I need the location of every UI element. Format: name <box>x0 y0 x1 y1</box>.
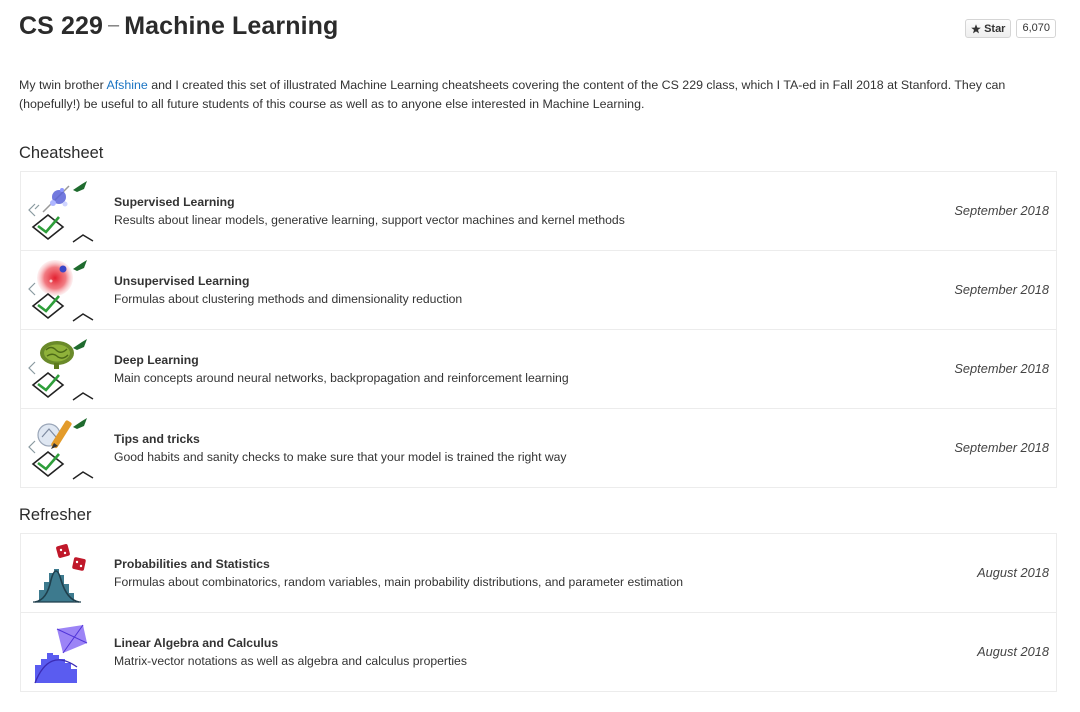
item-description: Matrix-vector notations as well as algeb… <box>114 654 467 668</box>
probabilities-and-statistics-icon <box>27 540 95 606</box>
item-date: August 2018 <box>977 565 1049 580</box>
item-date: September 2018 <box>954 282 1049 297</box>
item-date: September 2018 <box>954 440 1049 455</box>
refresher-heading: Refresher <box>19 506 92 524</box>
item-description: Main concepts around neural networks, ba… <box>114 371 569 385</box>
item-date: September 2018 <box>954 203 1049 218</box>
cheatsheet-item-deep-learning[interactable]: Deep Learning Main concepts around neura… <box>20 330 1057 409</box>
refresher-item-probabilities-and-statistics[interactable]: Probabilities and Statistics Formulas ab… <box>20 534 1057 613</box>
item-title: Tips and tricks <box>114 432 200 446</box>
page: CS 229– Machine Learning Star 6,070 My tw… <box>0 0 1080 712</box>
item-description: Results about linear models, generative … <box>114 213 625 227</box>
star-icon <box>971 23 981 33</box>
item-date: September 2018 <box>954 361 1049 376</box>
github-star-button[interactable]: Star <box>965 19 1012 38</box>
intro-text-end: and I created this set of illustrated Ma… <box>19 78 1006 111</box>
cheatsheet-item-unsupervised-learning[interactable]: Unsupervised Learning Formulas about clu… <box>20 251 1057 330</box>
page-title: CS 229– Machine Learning <box>19 12 338 41</box>
title-course: CS 229 <box>19 12 103 40</box>
linear-algebra-and-calculus-icon <box>27 619 95 685</box>
cheatsheet-heading: Cheatsheet <box>19 144 104 162</box>
item-description: Formulas about clustering methods and di… <box>114 292 463 306</box>
item-description: Good habits and sanity checks to make su… <box>114 450 567 464</box>
title-topic: Machine Learning <box>124 12 339 40</box>
supervised-learning-icon <box>27 178 95 244</box>
item-title: Supervised Learning <box>114 195 235 209</box>
item-date: August 2018 <box>977 644 1049 659</box>
cheatsheet-item-tips-and-tricks[interactable]: Tips and tricks Good habits and sanity c… <box>20 409 1057 488</box>
item-description: Formulas about combinatorics, random var… <box>114 575 684 589</box>
unsupervised-learning-icon <box>27 257 95 323</box>
item-title: Probabilities and Statistics <box>114 557 270 571</box>
refresher-list: Probabilities and Statistics Formulas ab… <box>20 533 1057 692</box>
item-title: Deep Learning <box>114 353 199 367</box>
item-title: Linear Algebra and Calculus <box>114 636 279 650</box>
afshine-link[interactable]: Afshine <box>106 78 147 92</box>
deep-learning-icon <box>27 336 95 402</box>
tips-and-tricks-icon <box>27 415 95 481</box>
intro-text-start: My twin brother <box>19 78 107 92</box>
github-star-count[interactable]: 6,070 <box>1016 19 1056 38</box>
refresher-item-linear-algebra-and-calculus[interactable]: Linear Algebra and Calculus Matrix-vecto… <box>20 613 1057 692</box>
item-title: Unsupervised Learning <box>114 274 250 288</box>
github-star-label: Star <box>984 22 1006 35</box>
title-dash: – <box>108 14 120 36</box>
cheatsheet-list: Supervised Learning Results about linear… <box>20 171 1057 488</box>
cheatsheet-item-supervised-learning[interactable]: Supervised Learning Results about linear… <box>20 172 1057 251</box>
intro-paragraph: My twin brother Afshine and I created th… <box>19 76 1039 113</box>
github-star-widget: Star 6,070 <box>965 19 1056 38</box>
